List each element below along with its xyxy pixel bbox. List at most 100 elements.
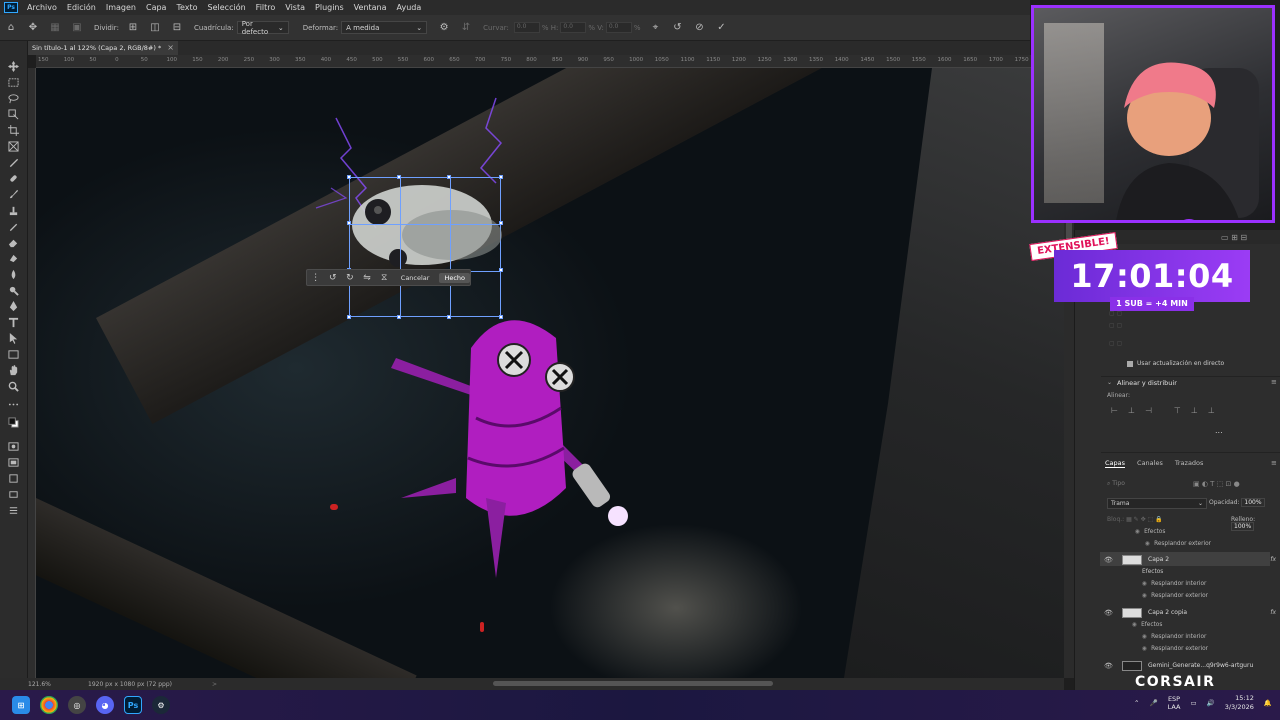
document-tab[interactable]: Sin título-1 al 122% (Capa 2, RGB/8#) * … xyxy=(28,41,178,55)
layer-search-input[interactable]: ⌕ Tipo xyxy=(1107,480,1167,490)
move-icon[interactable]: ✥ xyxy=(26,21,40,35)
menu-vista[interactable]: Vista xyxy=(280,3,310,12)
live-update-checkbox[interactable]: Usar actualización en directo xyxy=(1127,360,1224,367)
notification-icon[interactable]: 🔔 xyxy=(1264,699,1272,707)
settings-icon[interactable]: ⚙ xyxy=(437,21,451,35)
status-arrow-icon[interactable]: > xyxy=(212,681,217,688)
path-select-tool-icon[interactable] xyxy=(5,331,21,345)
align-center-h-icon[interactable]: ⊥ xyxy=(1128,406,1135,415)
align-top-icon[interactable]: ⊤ xyxy=(1174,406,1181,415)
bend-field[interactable]: 0.0 xyxy=(513,22,540,33)
fill-value[interactable]: 100% xyxy=(1231,522,1255,531)
warp-select[interactable]: A medida ⌄ xyxy=(341,21,428,34)
menu-ayuda[interactable]: Ayuda xyxy=(392,3,427,12)
pen-tool-icon[interactable] xyxy=(5,299,21,313)
split-cross-icon[interactable]: ⊞ xyxy=(126,21,140,35)
tab-trazados[interactable]: Trazados xyxy=(1175,459,1204,468)
rectangle-tool-icon[interactable] xyxy=(5,347,21,361)
healing-brush-tool-icon[interactable] xyxy=(5,171,21,185)
align-middle-v-icon[interactable]: ⊥ xyxy=(1191,406,1198,415)
document-canvas[interactable] xyxy=(36,68,1064,678)
frame-tool-icon[interactable] xyxy=(5,139,21,153)
menu-seleccion[interactable]: Selección xyxy=(203,3,251,12)
warp-handle[interactable] xyxy=(499,268,503,272)
warp-handle[interactable] xyxy=(347,175,351,179)
align-right-icon[interactable]: ⊣ xyxy=(1145,406,1152,415)
layer-row[interactable]: 👁 Capa 2 fx xyxy=(1104,554,1280,565)
warp-transform-box[interactable] xyxy=(347,175,503,319)
more-tools-icon[interactable] xyxy=(5,397,21,411)
fx-icon[interactable]: fx xyxy=(1270,556,1276,563)
eraser-tool-icon[interactable] xyxy=(5,235,21,249)
language-indicator[interactable]: ESP LAA xyxy=(1168,695,1181,711)
brush-tool-icon[interactable] xyxy=(5,187,21,201)
warp-reset-icon[interactable]: ⧖ xyxy=(376,273,393,283)
eyedropper-tool-icon[interactable] xyxy=(5,155,21,169)
done-button[interactable]: Hecho xyxy=(439,272,471,283)
align-left-icon[interactable]: ⊢ xyxy=(1111,406,1118,415)
fx-icon[interactable]: fx xyxy=(1270,609,1276,616)
menu-texto[interactable]: Texto xyxy=(171,3,202,12)
warp-handle[interactable] xyxy=(447,175,451,179)
eye-icon[interactable]: 👁 xyxy=(1104,662,1113,670)
align-section-title[interactable]: Alinear y distribuir xyxy=(1117,379,1177,387)
tab-capas[interactable]: Capas xyxy=(1105,459,1126,468)
gradient-tool-icon[interactable] xyxy=(5,251,21,265)
warp-handle[interactable] xyxy=(397,175,401,179)
hand-tool-icon[interactable] xyxy=(5,363,21,377)
frame-icon[interactable] xyxy=(5,487,21,501)
chrome-icon[interactable] xyxy=(40,696,58,714)
steam-icon[interactable]: ⚙ xyxy=(152,696,170,714)
rotate-right-icon[interactable]: ↻ xyxy=(341,273,358,283)
type-tool-icon[interactable] xyxy=(5,315,21,329)
color-swatch-icon[interactable] xyxy=(5,415,21,429)
cancel-icon[interactable]: ⊘ xyxy=(692,21,706,35)
app-icon[interactable]: ◎ xyxy=(68,696,86,714)
blur-tool-icon[interactable] xyxy=(5,267,21,281)
commit-icon[interactable]: ✓ xyxy=(714,21,728,35)
lasso-tool-icon[interactable] xyxy=(5,91,21,105)
artboard-icon[interactable] xyxy=(5,471,21,485)
extras-icon[interactable] xyxy=(5,503,21,517)
undo-icon[interactable]: ↺ xyxy=(670,21,684,35)
microphone-icon[interactable]: 🎤 xyxy=(1150,699,1158,707)
blend-mode-select[interactable]: Trama ⌄ xyxy=(1107,498,1207,509)
menu-edicion[interactable]: Edición xyxy=(62,3,101,12)
menu-filtro[interactable]: Filtro xyxy=(251,3,281,12)
warp-handle[interactable] xyxy=(499,221,503,225)
screen-mode-icon[interactable] xyxy=(5,455,21,469)
chevron-up-icon[interactable]: ⌃ xyxy=(1134,699,1139,707)
menu-plugins[interactable]: Plugins xyxy=(310,3,349,12)
dodge-tool-icon[interactable] xyxy=(5,283,21,297)
menu-imagen[interactable]: Imagen xyxy=(101,3,141,12)
layer-filter-icons[interactable]: ▣ ◐ T ⬚ ⊡ ● xyxy=(1193,480,1240,488)
h-distort-field[interactable]: 0.0 xyxy=(560,22,587,33)
close-icon[interactable]: × xyxy=(167,43,174,52)
discord-icon[interactable]: ◕ xyxy=(96,696,114,714)
move-tool-icon[interactable] xyxy=(5,59,21,73)
panel-menu-icons[interactable]: ▭ ⊞ ⊟ xyxy=(1221,233,1247,242)
collapse-chevron-icon[interactable]: ⌄ xyxy=(1107,379,1112,386)
object-select-tool-icon[interactable] xyxy=(5,107,21,121)
panel-menu-icon[interactable]: ≡ xyxy=(1271,378,1277,386)
flip-icon[interactable]: ⇋ xyxy=(358,273,375,283)
layer-row[interactable]: 👁 Gemini_Generate...q9r9w6-artguru xyxy=(1104,660,1280,671)
clock[interactable]: 15:12 3/3/2026 xyxy=(1225,694,1254,712)
opacity-value[interactable]: 100% xyxy=(1241,498,1265,507)
warp-handle[interactable] xyxy=(499,175,503,179)
eye-icon[interactable]: 👁 xyxy=(1104,609,1113,617)
warp-mode-icon[interactable]: ⌖ xyxy=(648,21,662,35)
crop-tool-icon[interactable] xyxy=(5,123,21,137)
quick-mask-icon[interactable] xyxy=(5,439,21,453)
eye-icon[interactable]: 👁 xyxy=(1104,556,1113,564)
menu-archivo[interactable]: Archivo xyxy=(22,3,62,12)
tab-canales[interactable]: Canales xyxy=(1137,459,1163,468)
v-distort-field[interactable]: 0.0 xyxy=(605,22,632,33)
zoom-tool-icon[interactable] xyxy=(5,379,21,393)
warp-handle[interactable] xyxy=(347,315,351,319)
warp-handle[interactable] xyxy=(347,221,351,225)
home-icon[interactable]: ⌂ xyxy=(4,21,18,35)
align-bottom-icon[interactable]: ⊥ xyxy=(1208,406,1215,415)
grid-select[interactable]: Por defecto ⌄ xyxy=(236,20,289,36)
panel-menu-icon[interactable]: ≡ xyxy=(1271,459,1277,467)
